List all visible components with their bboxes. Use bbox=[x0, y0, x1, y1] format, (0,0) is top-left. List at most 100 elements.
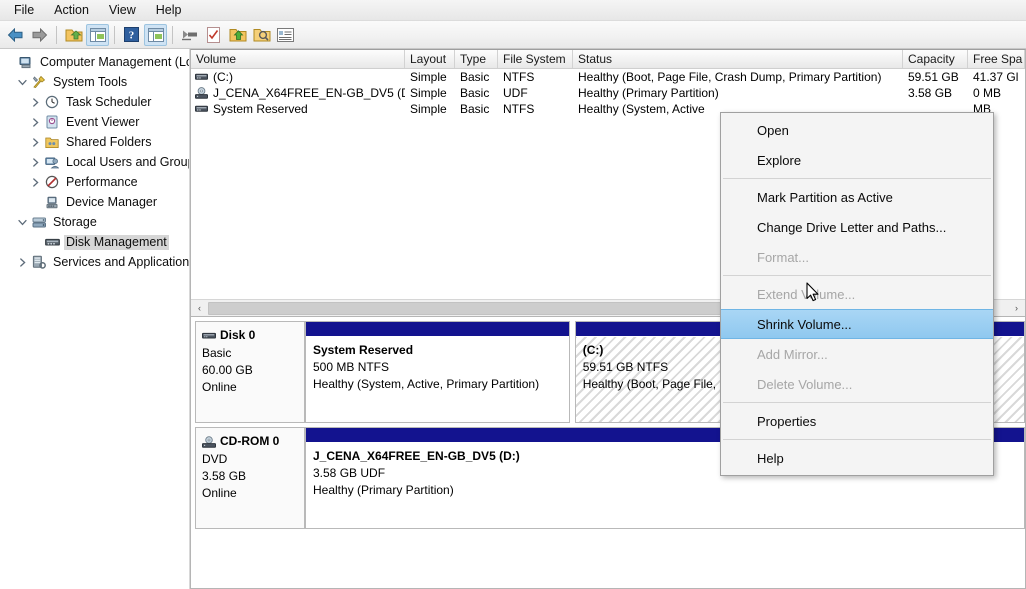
event-viewer-icon bbox=[43, 115, 61, 129]
menu-item-file[interactable]: File bbox=[4, 1, 44, 20]
chevron-right-icon[interactable] bbox=[28, 177, 43, 187]
export-list-icon[interactable] bbox=[226, 24, 249, 46]
volume-row[interactable]: J_CENA_X64FREE_EN-GB_DV5 (D:) Simple Basic… bbox=[191, 85, 1025, 101]
sidebar-item-event-viewer[interactable]: Event Viewer bbox=[0, 112, 189, 132]
disk-state: Online bbox=[202, 380, 237, 394]
context-menu-item-explore[interactable]: Explore bbox=[721, 145, 993, 175]
volume-list-header[interactable]: Volume Layout Type File System Status Capacit… bbox=[191, 50, 1025, 69]
chevron-down-icon[interactable] bbox=[15, 218, 30, 227]
context-menu[interactable]: Open Explore Mark Partition as Active Chang… bbox=[720, 112, 994, 476]
chevron-right-icon[interactable] bbox=[28, 97, 43, 107]
column-header-file-system[interactable]: File System bbox=[498, 50, 573, 68]
volume-cell-free-space: 0 MB bbox=[973, 86, 1002, 100]
chevron-down-icon[interactable] bbox=[15, 78, 30, 87]
menu-item-action[interactable]: Action bbox=[44, 1, 99, 20]
context-menu-item-shrink-volume[interactable]: Shrink Volume... bbox=[721, 309, 993, 339]
chevron-right-icon[interactable] bbox=[28, 157, 43, 167]
context-menu-item-properties[interactable]: Properties bbox=[721, 406, 993, 436]
detail-list-icon[interactable] bbox=[274, 24, 297, 46]
volume-cell-file-system: NTFS bbox=[503, 70, 535, 84]
back-icon[interactable] bbox=[4, 24, 27, 46]
disk-info-panel[interactable]: Disk 0 Basic 60.00 GB Online bbox=[195, 321, 305, 423]
context-menu-item-add-mirror: Add Mirror... bbox=[757, 346, 828, 362]
column-header-volume[interactable]: Volume bbox=[191, 50, 405, 68]
volume-name: (C:) bbox=[213, 70, 233, 84]
console-tree[interactable]: Computer Management (Local System Tools Ta… bbox=[0, 49, 190, 589]
hard-disk-icon bbox=[195, 72, 208, 82]
help-icon[interactable]: ? bbox=[120, 24, 143, 46]
partition-color-bar bbox=[306, 322, 569, 337]
volume-cell-volume: (C:) bbox=[191, 70, 405, 84]
cd-rom-icon bbox=[202, 435, 216, 448]
disk-title: Disk 0 bbox=[202, 327, 298, 344]
performance-icon bbox=[43, 175, 61, 189]
column-header-layout[interactable]: Layout bbox=[405, 50, 455, 68]
partition-name: System Reserved bbox=[313, 343, 414, 357]
column-header-status[interactable]: Status bbox=[573, 50, 903, 68]
column-header-capacity[interactable]: Capacity bbox=[903, 50, 968, 68]
sidebar-item-label: Computer Management (Local bbox=[40, 54, 189, 69]
sidebar-item-services-and-applications[interactable]: Services and Applications bbox=[0, 252, 189, 272]
column-header-type[interactable]: Type bbox=[455, 50, 498, 68]
disk-management-icon bbox=[43, 237, 61, 248]
context-menu-item-mark-partition-as-active[interactable]: Mark Partition as Active bbox=[721, 182, 993, 212]
forward-icon[interactable] bbox=[28, 24, 51, 46]
chevron-right-icon[interactable] bbox=[28, 117, 43, 127]
svg-text:?: ? bbox=[129, 30, 135, 42]
sidebar-item-performance[interactable]: Performance bbox=[0, 172, 189, 192]
sidebar-item-computer-management-local[interactable]: Computer Management (Local bbox=[0, 52, 189, 72]
sidebar-item-device-manager[interactable]: Device Manager bbox=[0, 192, 189, 212]
search-icon[interactable] bbox=[250, 24, 273, 46]
context-menu-item-open[interactable]: Open bbox=[721, 115, 993, 145]
refresh-icon[interactable] bbox=[178, 24, 201, 46]
disk-info-panel[interactable]: CD-ROM 0 DVD 3.58 GB Online bbox=[195, 427, 305, 529]
sidebar-item-task-scheduler[interactable]: Task Scheduler bbox=[0, 92, 189, 112]
context-menu-separator bbox=[723, 178, 991, 179]
device-manager-icon bbox=[43, 196, 61, 209]
partition-size-filesystem: 500 MB NTFS bbox=[313, 360, 390, 374]
tools-icon bbox=[30, 75, 48, 89]
chevron-right-icon[interactable] bbox=[28, 137, 43, 147]
clock-icon bbox=[43, 95, 61, 109]
disk-size: 3.58 GB bbox=[202, 469, 247, 483]
toolbar-separator-2 bbox=[114, 25, 115, 44]
show-hide-tree-icon[interactable] bbox=[86, 23, 109, 46]
toolbar-separator-3 bbox=[172, 25, 173, 44]
storage-icon bbox=[30, 216, 48, 229]
sidebar-item-shared-folders[interactable]: Shared Folders bbox=[0, 132, 189, 152]
context-menu-separator bbox=[723, 439, 991, 440]
partition-block[interactable]: System Reserved 500 MB NTFS Healthy (Syste… bbox=[305, 321, 570, 423]
cd-rom-icon bbox=[195, 87, 208, 99]
context-menu-item-help[interactable]: Help bbox=[721, 443, 993, 473]
menu-item-help[interactable]: Help bbox=[146, 1, 192, 20]
sidebar-item-label: Storage bbox=[53, 214, 97, 229]
chevron-right-icon[interactable] bbox=[15, 257, 30, 267]
volume-cell-volume: System Reserved bbox=[191, 102, 405, 116]
context-menu-item-change-drive-letter-and-paths[interactable]: Change Drive Letter and Paths... bbox=[721, 212, 993, 242]
column-header-free-spa[interactable]: Free Spa bbox=[968, 50, 1025, 68]
scroll-right-arrow[interactable]: › bbox=[1008, 300, 1025, 316]
partition-status: Healthy (System, Active, Primary Partiti… bbox=[313, 377, 540, 391]
sidebar-item-label: Task Scheduler bbox=[66, 94, 152, 109]
disk-type: Basic bbox=[202, 346, 232, 360]
properties-window-icon[interactable] bbox=[144, 23, 167, 46]
checklist-icon[interactable] bbox=[202, 24, 225, 46]
hard-disk-icon bbox=[202, 331, 216, 341]
sidebar-item-local-users-and-groups[interactable]: Local Users and Groups bbox=[0, 152, 189, 172]
toolbar: ? bbox=[0, 21, 1026, 49]
scroll-left-arrow[interactable]: ‹ bbox=[191, 300, 208, 316]
menu-item-view[interactable]: View bbox=[99, 1, 146, 20]
context-menu-item-extend-volume: Extend Volume... bbox=[757, 286, 856, 302]
sidebar-item-disk-management[interactable]: Disk Management bbox=[0, 232, 189, 252]
sidebar-item-storage[interactable]: Storage bbox=[0, 212, 189, 232]
disk-type: DVD bbox=[202, 452, 228, 466]
volume-cell-type: Basic bbox=[460, 102, 490, 116]
volume-cell-layout: Simple bbox=[410, 86, 447, 100]
up-folder-icon[interactable] bbox=[62, 24, 85, 46]
volume-cell-type: Basic bbox=[460, 70, 490, 84]
sidebar-item-system-tools[interactable]: System Tools bbox=[0, 72, 189, 92]
volume-cell-layout: Simple bbox=[410, 70, 447, 84]
volume-row[interactable]: (C:) Simple Basic NTFS Healthy (Boot, Page F… bbox=[191, 69, 1025, 85]
sidebar-item-label: Services and Applications bbox=[53, 254, 190, 269]
volume-cell-status: Healthy (Boot, Page File, Crash Dump, Pr… bbox=[578, 70, 882, 84]
